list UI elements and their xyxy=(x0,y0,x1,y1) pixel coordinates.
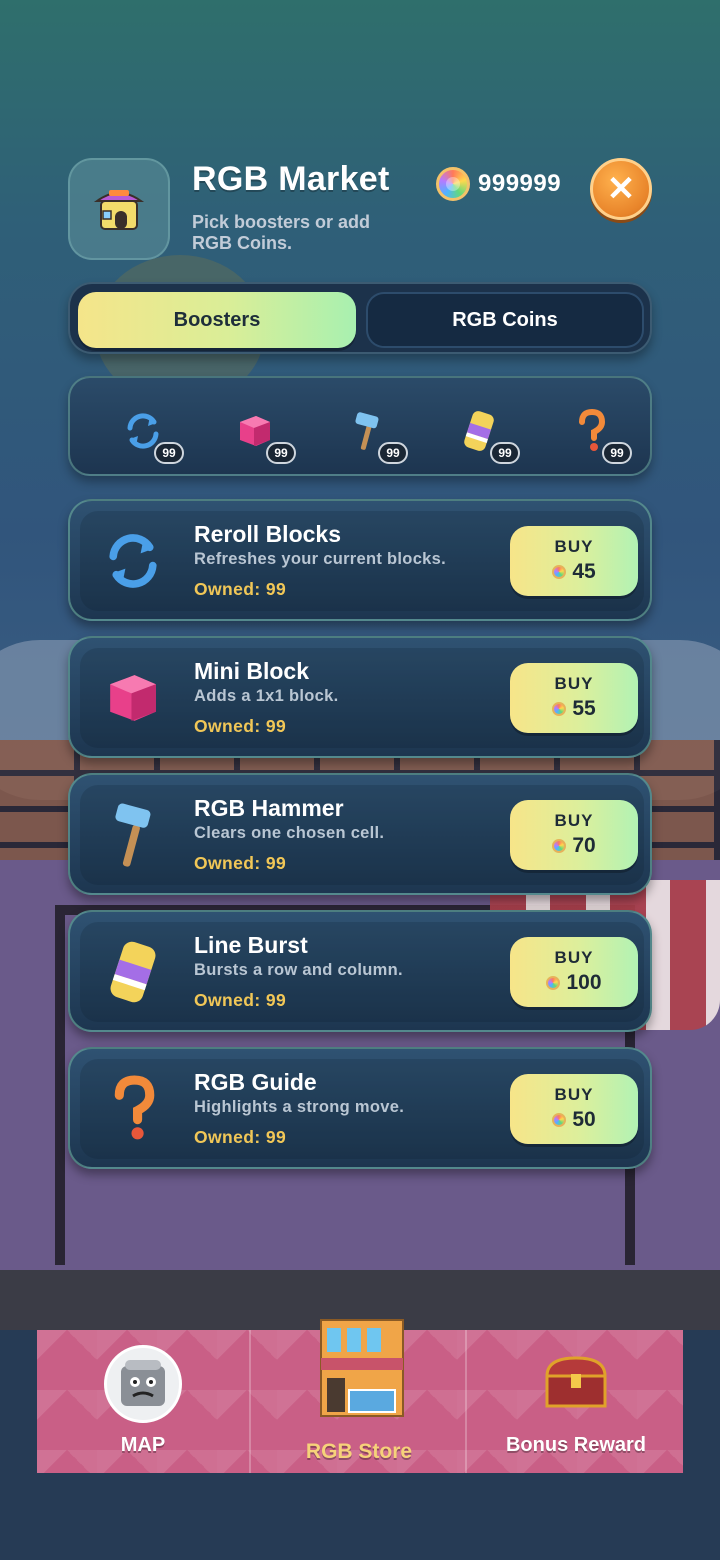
price: 55 xyxy=(510,697,638,721)
booster-description: Adds a 1x1 block. xyxy=(194,687,339,705)
booster-description: Clears one chosen cell. xyxy=(194,824,385,842)
inventory-slot-guide: 99 xyxy=(558,400,632,464)
map-avatar-icon xyxy=(104,1345,182,1423)
rgb-coin-icon xyxy=(552,1113,567,1127)
booster-owned: Owned: 99 xyxy=(194,990,287,1010)
booster-card-guide: RGB Guide Highlights a strong move. Owne… xyxy=(68,1047,652,1169)
rgb-coin-icon xyxy=(436,167,470,201)
price: 70 xyxy=(510,834,638,858)
price: 45 xyxy=(510,560,638,584)
inventory-count: 99 xyxy=(266,442,296,464)
buy-label: BUY xyxy=(554,811,594,830)
booster-name: Mini Block xyxy=(194,658,310,684)
buy-button[interactable]: BUY 50 xyxy=(510,1074,638,1144)
price: 100 xyxy=(510,971,638,995)
rgb-coin-icon xyxy=(552,565,567,579)
price-value: 70 xyxy=(572,834,596,857)
coin-balance: 999999 xyxy=(436,166,561,202)
tab-boosters[interactable]: Boosters xyxy=(78,292,356,348)
buy-label: BUY xyxy=(554,948,594,967)
tab-rgb-coins[interactable]: RGB Coins xyxy=(366,292,644,348)
booster-owned: Owned: 99 xyxy=(194,1127,287,1147)
rgb-coin-icon xyxy=(552,702,567,716)
buy-label: BUY xyxy=(554,1085,594,1104)
booster-card-reroll: Reroll Blocks Refreshes your current blo… xyxy=(68,499,652,621)
nav-label: MAP xyxy=(120,1434,166,1456)
mini-block-icon xyxy=(110,675,156,721)
booster-name: Line Burst xyxy=(194,932,308,958)
booster-description: Highlights a strong move. xyxy=(194,1098,405,1116)
inventory-slot-mini-block: 99 xyxy=(222,400,296,464)
inventory-slot-hammer: 99 xyxy=(334,400,408,464)
booster-name: RGB Guide xyxy=(194,1069,317,1095)
booster-owned: Owned: 99 xyxy=(194,579,287,599)
booster-card-mini-block: Mini Block Adds a 1x1 block. Owned: 99 B… xyxy=(68,636,652,758)
coin-balance-value: 999999 xyxy=(478,170,562,197)
buy-label: BUY xyxy=(554,674,594,693)
shop-icon xyxy=(93,190,145,230)
booster-name: RGB Hammer xyxy=(194,795,344,821)
rgb-coin-icon xyxy=(552,839,567,853)
booster-description: Refreshes your current blocks. xyxy=(194,550,447,568)
nav-label: RGB Store xyxy=(305,1440,413,1463)
rgb-coin-icon xyxy=(546,976,561,990)
price: 50 xyxy=(510,1108,638,1132)
buy-button[interactable]: BUY 70 xyxy=(510,800,638,870)
inventory-count: 99 xyxy=(602,442,632,464)
price-value: 45 xyxy=(572,560,596,583)
bottom-navigation: MAP RGB Store Bonus Reward xyxy=(37,1319,683,1473)
close-button[interactable]: ✕ xyxy=(590,158,652,220)
booster-card-line-burst: Line Burst Bursts a row and column. Owne… xyxy=(68,910,652,1032)
line-burst-icon xyxy=(110,941,156,1003)
nav-map[interactable]: MAP xyxy=(37,1330,251,1473)
nav-rgb-store[interactable]: RGB Store xyxy=(253,1319,467,1473)
page-title: RGB Market xyxy=(192,160,390,198)
close-icon: ✕ xyxy=(606,170,636,208)
page-subtitle: Pick boosters or add RGB Coins. xyxy=(192,212,371,253)
buy-button[interactable]: BUY 100 xyxy=(510,937,638,1007)
hammer-icon xyxy=(115,803,151,867)
shop-badge xyxy=(68,158,170,260)
tab-bar: Boosters RGB Coins xyxy=(68,282,652,354)
price-value: 50 xyxy=(572,1108,596,1131)
buy-button[interactable]: BUY 45 xyxy=(510,526,638,596)
booster-name: Reroll Blocks xyxy=(194,521,341,547)
guide-icon xyxy=(114,1075,155,1140)
booster-owned: Owned: 99 xyxy=(194,716,287,736)
inventory-count: 99 xyxy=(154,442,184,464)
inventory-slot-reroll: 99 xyxy=(110,400,184,464)
store-building-icon xyxy=(320,1319,404,1417)
reroll-icon xyxy=(109,534,157,588)
booster-description: Bursts a row and column. xyxy=(194,961,403,979)
nav-bonus-reward[interactable]: Bonus Reward xyxy=(469,1330,683,1473)
price-value: 55 xyxy=(572,697,596,720)
buy-button[interactable]: BUY 55 xyxy=(510,663,638,733)
booster-inventory: 99 99 99 99 99 xyxy=(68,376,652,476)
treasure-chest-icon xyxy=(545,1356,607,1408)
booster-card-hammer: RGB Hammer Clears one chosen cell. Owned… xyxy=(68,773,652,895)
nav-label: Bonus Reward xyxy=(505,1434,647,1456)
inventory-count: 99 xyxy=(378,442,408,464)
booster-owned: Owned: 99 xyxy=(194,853,287,873)
inventory-count: 99 xyxy=(490,442,520,464)
buy-label: BUY xyxy=(554,537,594,556)
inventory-slot-line-burst: 99 xyxy=(446,400,520,464)
price-value: 100 xyxy=(566,971,602,994)
